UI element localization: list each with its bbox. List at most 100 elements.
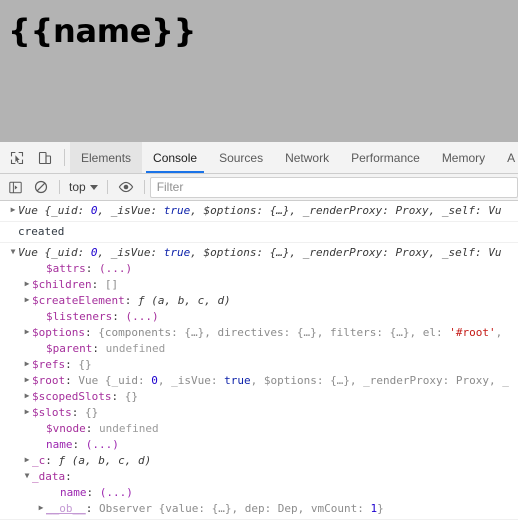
disclosure-triangle-placeholder-icon: ▶	[36, 309, 46, 324]
execution-context-selector[interactable]: top	[65, 180, 102, 194]
console-expandable-line[interactable]: ▶ $scopedSlots: {}	[0, 389, 518, 405]
console-toolbar-divider-3	[143, 180, 145, 194]
disclosure-triangle-collapsed-icon[interactable]: ▶	[22, 453, 32, 468]
console-token: :	[85, 502, 99, 515]
console-token: true	[224, 374, 251, 387]
console-token: Vue {_uid:	[78, 374, 152, 387]
device-toolbar-button[interactable]	[31, 142, 59, 173]
console-token: {}	[78, 358, 92, 371]
page-viewport: {{name}}	[0, 0, 518, 142]
console-message[interactable]: ▶ Vue {_uid: 0, _isVue: true, $options: {…	[0, 201, 518, 222]
clear-console-button[interactable]	[28, 174, 54, 200]
console-token: $listeners	[46, 310, 113, 323]
console-toolbar-divider-1	[59, 180, 60, 194]
console-token: $parent	[46, 342, 93, 355]
console-line: ▶$parent: undefined	[0, 341, 518, 357]
console-token: :	[72, 438, 86, 451]
console-expandable-line[interactable]: ▶ $options: {components: {…}, directives:…	[0, 325, 518, 341]
console-token: , _isVue:	[97, 204, 164, 217]
console-line: ▶$attrs: (...)	[0, 261, 518, 277]
disclosure-triangle-placeholder-icon: ▶	[36, 421, 46, 436]
console-message[interactable]: ▼ Vue {_uid: 0, _isVue: true, $options: {…	[0, 243, 518, 520]
tab-memory[interactable]: Memory	[431, 142, 496, 173]
console-token: ƒ (a, b, c, d)	[58, 454, 152, 467]
disclosure-triangle-collapsed-icon[interactable]: ▶	[22, 277, 32, 292]
console-token: :	[86, 486, 100, 499]
console-token: $scopedSlots	[32, 390, 112, 403]
console-token: , $options: {…}, _renderProxy: Proxy, _s…	[190, 204, 502, 217]
console-token: _data	[32, 470, 66, 483]
disclosure-triangle-collapsed-icon[interactable]: ▶	[22, 373, 32, 388]
devtools-tabbar: Elements Console Sources Network Perform…	[0, 142, 518, 174]
console-token: , _isVue:	[97, 246, 164, 259]
console-toolbar-divider-2	[106, 180, 108, 194]
disclosure-triangle-placeholder-icon: ▶	[8, 224, 18, 239]
console-expandable-line[interactable]: ▼ Vue {_uid: 0, _isVue: true, $options: {…	[0, 245, 518, 261]
console-token: {_uid:	[44, 204, 91, 217]
console-token: {_uid:	[44, 246, 91, 259]
console-token: :	[124, 294, 138, 307]
disclosure-triangle-collapsed-icon[interactable]: ▶	[22, 325, 32, 340]
tab-console[interactable]: Console	[142, 142, 208, 173]
console-sidebar-icon	[8, 181, 22, 194]
tab-performance-label: Performance	[351, 150, 420, 165]
console-token: , $options: {…}, _renderProxy: Proxy, _	[250, 374, 509, 387]
console-token: :	[65, 374, 79, 387]
tab-network[interactable]: Network	[274, 142, 340, 173]
console-expandable-line[interactable]: ▼ _data:	[0, 469, 518, 485]
console-token: (...)	[125, 310, 159, 323]
chevron-down-icon	[89, 184, 98, 190]
disclosure-triangle-expanded-icon[interactable]: ▼	[22, 469, 32, 484]
tab-sources[interactable]: Sources	[208, 142, 274, 173]
console-filter-placeholder: Filter	[156, 180, 184, 194]
tab-console-label: Console	[153, 150, 198, 165]
console-expandable-line[interactable]: ▶ $children: []	[0, 277, 518, 293]
console-token: $slots	[32, 406, 72, 419]
disclosure-triangle-collapsed-icon[interactable]: ▶	[36, 501, 46, 516]
disclosure-triangle-expanded-icon[interactable]: ▼	[8, 245, 18, 260]
disclosure-triangle-collapsed-icon[interactable]: ▶	[22, 389, 32, 404]
console-token: , $options: {…}, _renderProxy: Proxy, _s…	[190, 246, 502, 259]
console-token: ƒ (a, b, c, d)	[137, 294, 231, 307]
console-token: :	[112, 310, 126, 323]
console-message[interactable]: ▶created	[0, 222, 518, 243]
console-sidebar-toggle-button[interactable]	[2, 174, 28, 200]
live-expression-button[interactable]	[113, 174, 139, 200]
disclosure-triangle-collapsed-icon[interactable]: ▶	[22, 357, 32, 372]
console-expandable-line[interactable]: ▶ __ob__: Observer {value: {…}, dep: Dep,…	[0, 501, 518, 517]
console-token: []	[104, 278, 119, 291]
disclosure-triangle-collapsed-icon[interactable]: ▶	[22, 405, 32, 420]
console-output[interactable]: ▶ Vue {_uid: 0, _isVue: true, $options: {…	[0, 201, 518, 523]
device-toolbar-icon	[38, 151, 52, 165]
tab-elements[interactable]: Elements	[70, 142, 143, 173]
inspect-element-button[interactable]	[3, 142, 31, 173]
console-token: name	[46, 438, 73, 451]
console-token: :	[92, 342, 106, 355]
console-expandable-line[interactable]: ▶ $refs: {}	[0, 357, 518, 373]
tab-performance[interactable]: Performance	[340, 142, 431, 173]
console-expandable-line[interactable]: ▶ _c: ƒ (a, b, c, d)	[0, 453, 518, 469]
console-expandable-line[interactable]: ▶ $createElement: ƒ (a, b, c, d)	[0, 293, 518, 309]
console-token: (...)	[99, 486, 133, 499]
console-token: {}	[85, 406, 99, 419]
console-token: $root	[32, 374, 66, 387]
clear-console-icon	[34, 180, 48, 194]
page-title: {{name}}	[8, 12, 197, 50]
disclosure-triangle-collapsed-icon[interactable]: ▶	[22, 293, 32, 308]
console-expandable-line[interactable]: ▶ Vue {_uid: 0, _isVue: true, $options: {…	[0, 203, 518, 219]
tab-network-label: Network	[285, 150, 330, 165]
tab-sources-label: Sources	[219, 150, 264, 165]
console-line: ▶$vnode: undefined	[0, 421, 518, 437]
console-token: $refs	[32, 358, 66, 371]
console-filter-input[interactable]: Filter	[149, 176, 518, 198]
console-toolbar: top Filter	[0, 174, 518, 201]
console-token: name	[60, 486, 87, 499]
disclosure-triangle-collapsed-icon[interactable]: ▶	[8, 203, 18, 218]
console-expandable-line[interactable]: ▶ $root: Vue {_uid: 0, _isVue: true, $opt…	[0, 373, 518, 389]
console-token: :	[45, 454, 59, 467]
console-token: __ob__	[46, 502, 86, 515]
browser-window: {{name}} Elements Console Sources Networ…	[0, 0, 518, 523]
console-expandable-line[interactable]: ▶ $slots: {}	[0, 405, 518, 421]
tab-application[interactable]: A	[496, 142, 518, 173]
console-token: true	[163, 246, 191, 259]
